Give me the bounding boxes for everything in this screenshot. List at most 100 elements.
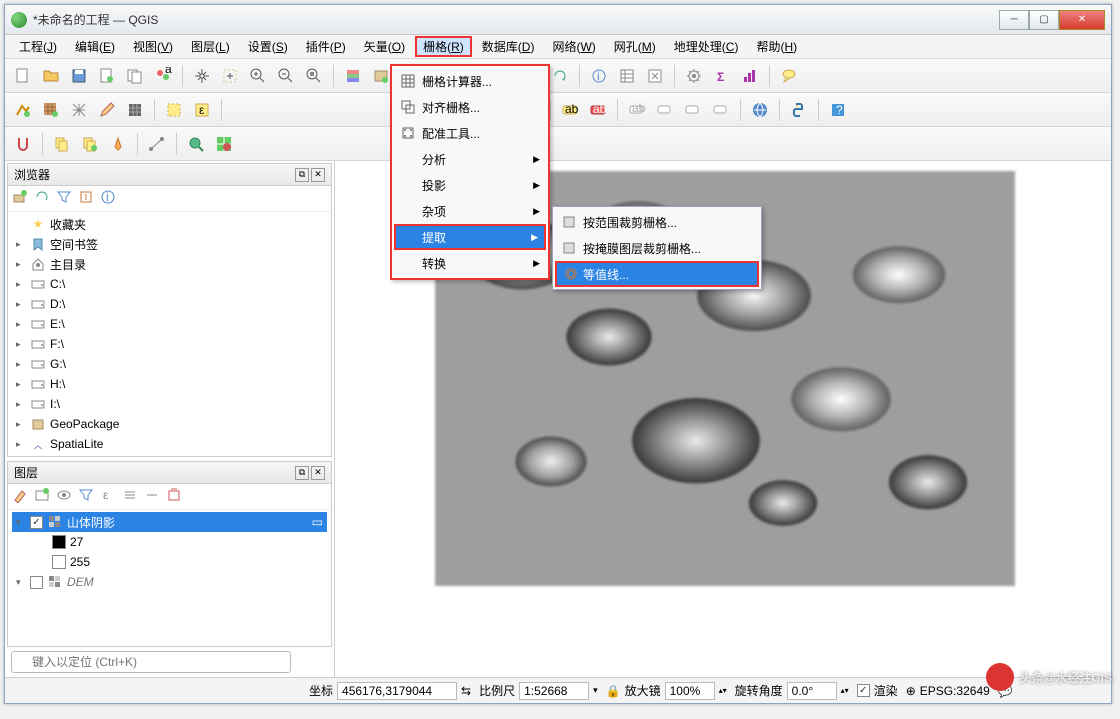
menu-帮助[interactable]: 帮助(H) (748, 36, 805, 57)
quickosm-icon[interactable] (212, 132, 236, 156)
browser-item-C:\[interactable]: ▸C:\ (12, 274, 327, 294)
raster-menu-转换[interactable]: 转换▶ (394, 250, 546, 276)
remove-layer-icon[interactable] (166, 487, 182, 506)
visibility-icon[interactable] (56, 487, 72, 506)
browser-item-E:\[interactable]: ▸E:\ (12, 314, 327, 334)
browser-item-收藏夹[interactable]: ★收藏夹 (12, 214, 327, 234)
theme-icon[interactable] (106, 132, 130, 156)
pan-selection-icon[interactable] (218, 64, 242, 88)
mesh-icon[interactable] (123, 98, 147, 122)
label-move-icon[interactable]: ab (625, 98, 649, 122)
raster-menu-分析[interactable]: 分析▶ (394, 146, 546, 172)
locate-icon[interactable] (184, 132, 208, 156)
extract-menu-按范围裁剪栅格...[interactable]: 按范围裁剪栅格... (555, 209, 759, 235)
label-font-icon[interactable] (681, 98, 705, 122)
menu-设置[interactable]: 设置(S) (240, 36, 296, 57)
label-yellow-icon[interactable]: abc (558, 98, 582, 122)
menu-栅格[interactable]: 栅格(R) (415, 36, 472, 57)
open-project-icon[interactable] (39, 64, 63, 88)
layer-item-27[interactable]: 27 (12, 532, 327, 552)
menu-网络[interactable]: 网络(W) (544, 36, 603, 57)
panel-close-icon[interactable]: ✕ (311, 168, 325, 182)
zoom-native-icon[interactable] (302, 64, 326, 88)
add-mesh-icon[interactable] (67, 98, 91, 122)
processing-icon[interactable] (682, 64, 706, 88)
refresh-browser-icon[interactable] (34, 189, 50, 208)
zoom-out-icon[interactable] (274, 64, 298, 88)
segment-icon[interactable] (145, 132, 169, 156)
raster-menu-投影[interactable]: 投影▶ (394, 172, 546, 198)
browser-item-主目录[interactable]: ▸主目录 (12, 254, 327, 274)
zoom-in-icon[interactable] (246, 64, 270, 88)
raster-menu-对齐栅格...[interactable]: 对齐栅格... (394, 94, 546, 120)
expression-filter-icon[interactable]: ε (100, 487, 116, 506)
menu-图层[interactable]: 图层(L) (183, 36, 238, 57)
panel-close-icon[interactable]: ✕ (311, 466, 325, 480)
globe-icon[interactable] (748, 98, 772, 122)
browser-item-H:\[interactable]: ▸H:\ (12, 374, 327, 394)
save-icon[interactable] (67, 64, 91, 88)
filter-layers-icon[interactable] (78, 487, 94, 506)
log-icon[interactable]: 💬 (998, 684, 1013, 698)
pan-icon[interactable] (190, 64, 214, 88)
layer-checkbox[interactable]: ✓ (30, 516, 43, 529)
raster-menu-栅格计算器...[interactable]: 栅格计算器... (394, 68, 546, 94)
extract-menu-按掩膜图层裁剪栅格...[interactable]: 按掩膜图层裁剪栅格... (555, 235, 759, 261)
label-red-icon[interactable]: abc (586, 98, 610, 122)
new-project-icon[interactable] (11, 64, 35, 88)
paste-style-icon[interactable] (78, 132, 102, 156)
raster-menu-配准工具...[interactable]: 配准工具... (394, 120, 546, 146)
menu-插件[interactable]: 插件(P) (298, 36, 354, 57)
browser-item-F:\[interactable]: ▸F:\ (12, 334, 327, 354)
collapse-all-icon[interactable] (144, 487, 160, 506)
menu-工程[interactable]: 工程(J) (11, 36, 65, 57)
select-expr-icon[interactable]: ε (190, 98, 214, 122)
scale-input[interactable] (519, 682, 589, 700)
maximize-button[interactable]: ▢ (1029, 10, 1059, 30)
python-icon[interactable] (787, 98, 811, 122)
add-layer-icon[interactable] (12, 189, 28, 208)
label-props-icon[interactable] (709, 98, 733, 122)
add-group-icon[interactable] (34, 487, 50, 506)
epsg-label[interactable]: EPSG:32649 (920, 684, 990, 698)
browser-item-D:\[interactable]: ▸D:\ (12, 294, 327, 314)
attributes-icon[interactable] (615, 64, 639, 88)
add-vector-icon[interactable] (11, 98, 35, 122)
expand-all-icon[interactable] (122, 487, 138, 506)
panel-undock-icon[interactable]: ⧉ (295, 168, 309, 182)
menu-编辑[interactable]: 编辑(E) (67, 36, 123, 57)
layer-item-山体阴影[interactable]: ▾✓山体阴影▭ (12, 512, 327, 532)
raster-menu-提取[interactable]: 提取▶ (394, 224, 546, 250)
render-check[interactable]: ✓ (857, 684, 870, 697)
new-layout-icon[interactable] (95, 64, 119, 88)
style-manager-icon[interactable]: a (151, 64, 175, 88)
filter-icon[interactable] (56, 189, 72, 208)
edit-pencil-icon[interactable] (95, 98, 119, 122)
browser-item-G:\[interactable]: ▸G:\ (12, 354, 327, 374)
copy-style-icon[interactable] (50, 132, 74, 156)
menu-网孔[interactable]: 网孔(M) (606, 36, 664, 57)
statistics-icon[interactable] (738, 64, 762, 88)
add-raster-icon[interactable] (39, 98, 63, 122)
select-rect-icon[interactable] (162, 98, 186, 122)
menu-地理处理[interactable]: 地理处理(C) (666, 36, 747, 57)
snapping-icon[interactable] (11, 132, 35, 156)
minimize-button[interactable]: ─ (999, 10, 1029, 30)
label-rotate-icon[interactable] (653, 98, 677, 122)
menu-矢量[interactable]: 矢量(O) (356, 36, 413, 57)
help-icon[interactable]: ? (826, 98, 850, 122)
field-calc-icon[interactable] (643, 64, 667, 88)
browser-item-SpatiaLite[interactable]: ▸SpatiaLite (12, 434, 327, 454)
crs-icon[interactable]: ⊕ (906, 684, 916, 698)
coord-input[interactable] (337, 682, 457, 700)
panel-undock-icon[interactable]: ⧉ (295, 466, 309, 480)
identify-icon[interactable]: i (587, 64, 611, 88)
sigma-icon[interactable]: Σ (710, 64, 734, 88)
refresh-icon[interactable] (548, 64, 572, 88)
layout-manager-icon[interactable] (123, 64, 147, 88)
browser-item-GeoPackage[interactable]: ▸GeoPackage (12, 414, 327, 434)
locator-input[interactable] (11, 651, 291, 673)
browser-item-I:\[interactable]: ▸I:\ (12, 394, 327, 414)
close-button[interactable]: ✕ (1059, 10, 1105, 30)
browser-item-空间书签[interactable]: ▸空间书签 (12, 234, 327, 254)
